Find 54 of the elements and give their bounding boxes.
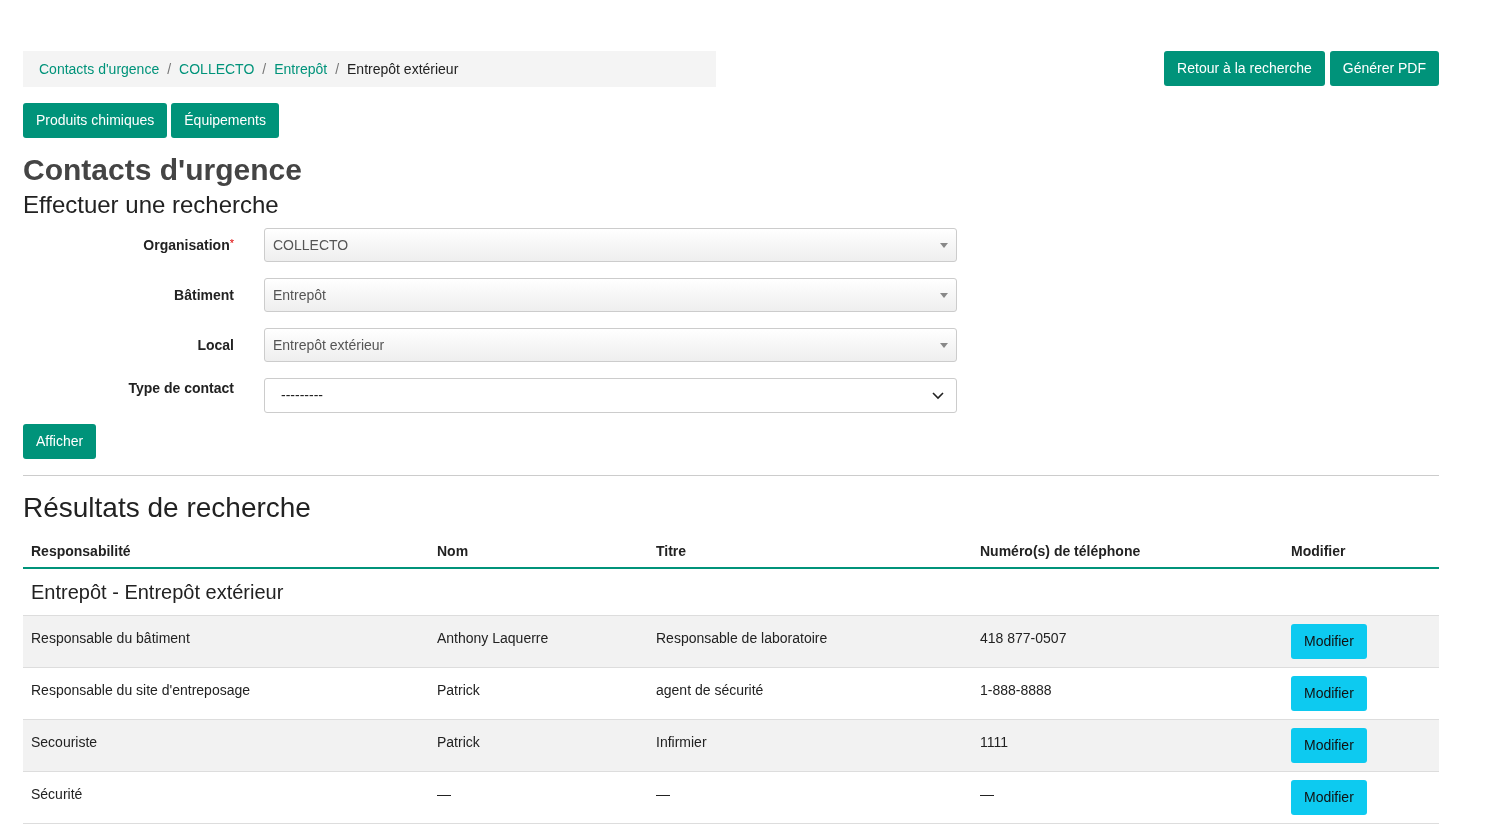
- edit-button[interactable]: Modifier: [1291, 780, 1367, 815]
- required-mark: *: [229, 236, 234, 249]
- table-cell: 418 877-0507: [980, 630, 1067, 646]
- select-field[interactable]: COLLECTO: [264, 228, 957, 262]
- edit-button[interactable]: Modifier: [1291, 676, 1367, 711]
- chevron-down-icon: [932, 391, 944, 400]
- breadcrumb-separator: /: [262, 59, 267, 79]
- select-field[interactable]: Entrepôt extérieur: [264, 328, 957, 362]
- breadcrumb-current: Entrepôt extérieur: [347, 59, 459, 79]
- table-cell: Anthony Laquerre: [437, 630, 549, 646]
- table-cell: —: [980, 786, 994, 802]
- results-title: Résultats de recherche: [23, 491, 312, 525]
- field-label: Organisation: [143, 236, 230, 253]
- column-header: Numéro(s) de téléphone: [980, 543, 1141, 559]
- table-cell: Secouriste: [31, 734, 98, 750]
- select-field[interactable]: Entrepôt: [264, 278, 957, 312]
- column-header: Nom: [437, 543, 469, 559]
- submit-button[interactable]: Afficher: [23, 424, 97, 459]
- edit-button[interactable]: Modifier: [1291, 624, 1367, 659]
- table-cell: 1-888-8888: [980, 682, 1052, 698]
- field-label: Bâtiment: [174, 286, 234, 303]
- table-cell: Responsable du bâtiment: [31, 630, 190, 646]
- table-cell: 1111: [980, 734, 1009, 750]
- breadcrumb-separator: /: [167, 59, 172, 79]
- table-cell: Patrick: [437, 682, 480, 698]
- table-cell: Responsable de laboratoire: [656, 630, 828, 646]
- column-header: Responsabilité: [31, 543, 131, 559]
- group-heading: Entrepôt - Entrepôt extérieur: [31, 580, 284, 605]
- table-cell: Responsable du site d'entreposage: [31, 682, 251, 698]
- table-cell: agent de sécurité: [656, 682, 764, 698]
- column-header: Modifier: [1291, 543, 1346, 559]
- breadcrumb-link[interactable]: Entrepôt: [274, 58, 328, 80]
- page-title: Contacts d'urgence: [23, 152, 303, 188]
- field-label: Type de contact: [128, 380, 234, 396]
- table-cell: —: [437, 786, 451, 802]
- table-cell: Sécurité: [31, 786, 83, 802]
- edit-button[interactable]: Modifier: [1291, 728, 1367, 763]
- section-title: Effectuer une recherche: [23, 190, 280, 220]
- nav-button[interactable]: Produits chimiques: [23, 103, 168, 138]
- column-header: Titre: [656, 543, 687, 559]
- nav-button[interactable]: Équipements: [171, 103, 279, 138]
- breadcrumb-link[interactable]: COLLECTO: [179, 58, 255, 80]
- breadcrumb-separator: /: [335, 59, 340, 79]
- header-button[interactable]: Retour à la recherche: [1164, 51, 1325, 86]
- table-cell: Infirmier: [656, 734, 707, 750]
- table-cell: —: [656, 786, 670, 802]
- dropdown-arrow-icon: [940, 242, 948, 248]
- header-button[interactable]: Générer PDF: [1329, 51, 1439, 86]
- dropdown-arrow-icon: [940, 292, 948, 298]
- dropdown-arrow-icon: [940, 342, 948, 348]
- table-cell: Patrick: [437, 734, 480, 750]
- breadcrumb-link[interactable]: Contacts d'urgence: [39, 58, 160, 80]
- field-label: Local: [197, 336, 234, 353]
- select-field[interactable]: ---------: [264, 378, 957, 413]
